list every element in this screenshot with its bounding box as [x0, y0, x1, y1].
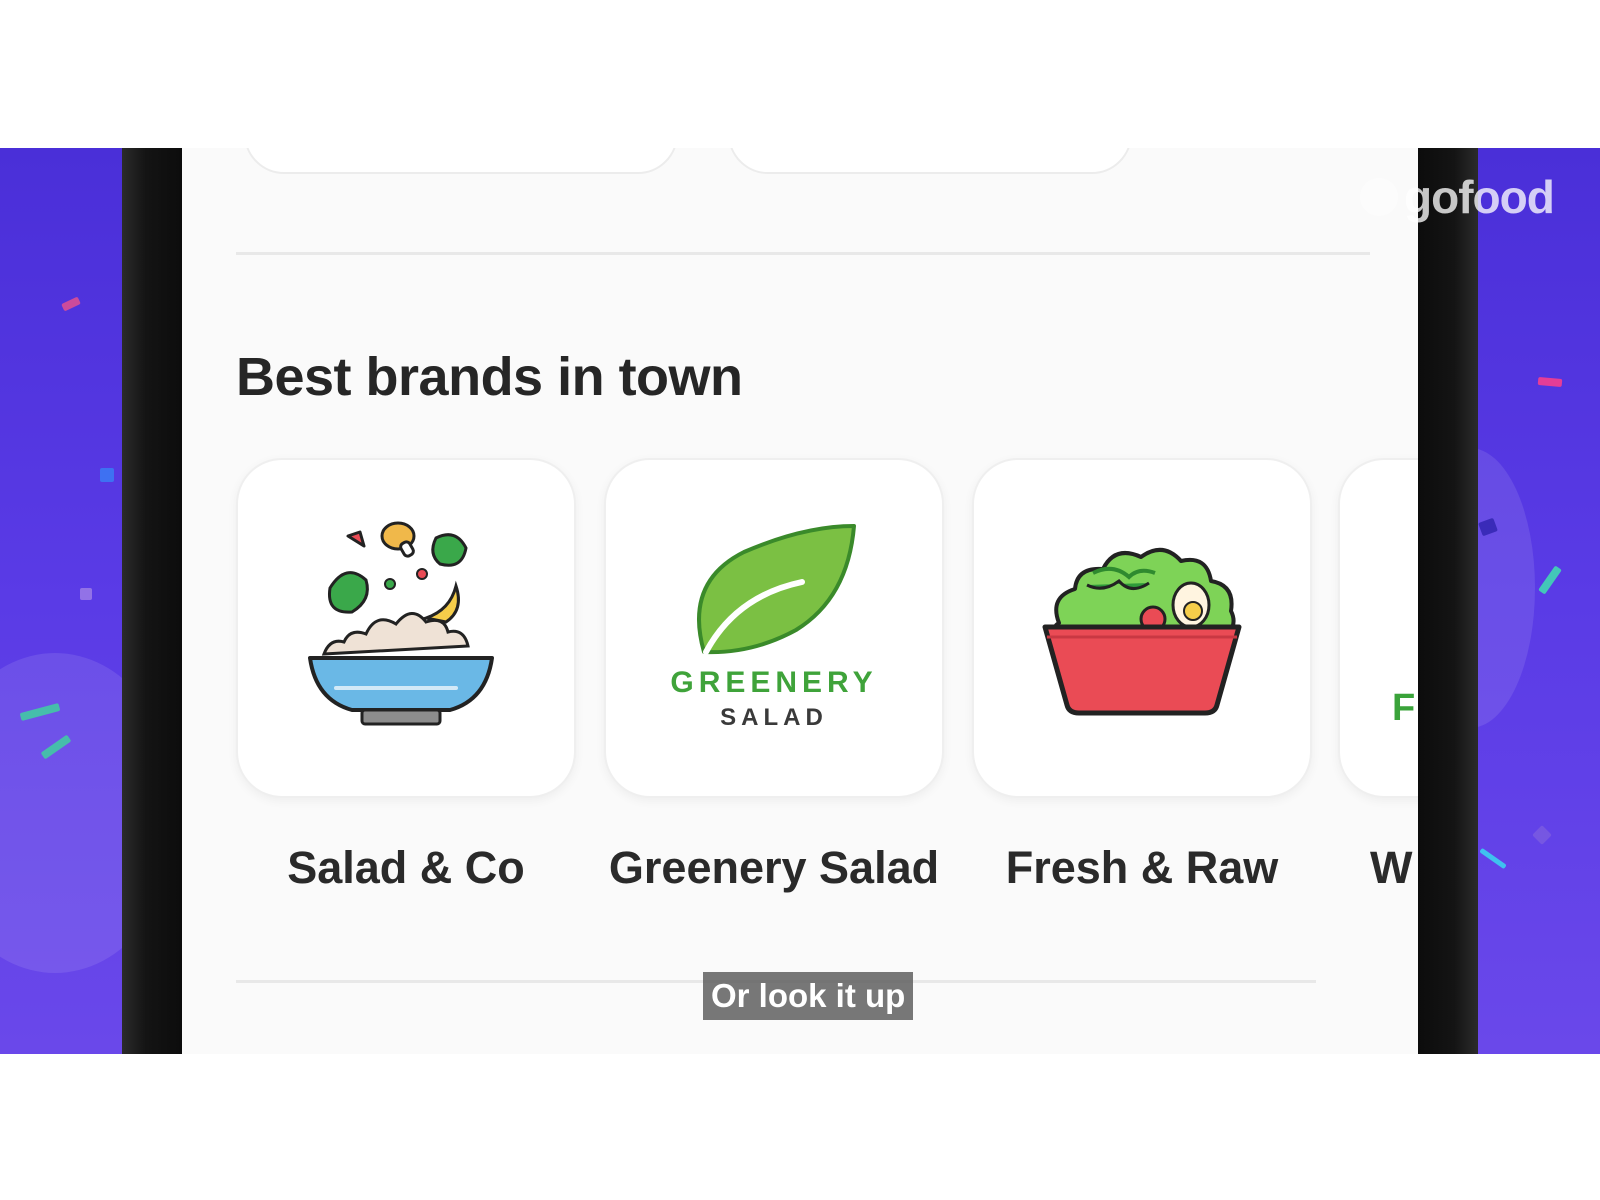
section-divider	[236, 252, 1370, 255]
gofood-watermark: gofood	[1360, 170, 1555, 224]
brand-item-greenery-salad[interactable]: GREENERY SALAD Greenery Salad	[604, 458, 944, 894]
confetti-piece	[61, 296, 81, 312]
confetti-piece	[1537, 376, 1563, 388]
confetti-piece	[1532, 825, 1552, 845]
phone-bezel	[122, 148, 182, 1054]
previous-card[interactable]	[244, 148, 678, 174]
previous-card[interactable]	[728, 148, 1132, 174]
brand-name[interactable]: Greenery Salad	[604, 842, 944, 894]
confetti-piece	[80, 588, 92, 600]
phone-bezel	[1418, 148, 1478, 1054]
red-salad-bowl-icon	[1042, 548, 1242, 716]
brand-logo-card[interactable]: F	[1338, 458, 1418, 798]
section-title: Best brands in town	[236, 347, 743, 407]
brand-logo-card[interactable]	[236, 458, 576, 798]
brand-logo-wordmark: GREENERY	[670, 666, 878, 699]
brand-item-partial[interactable]: F W	[1338, 458, 1418, 894]
brand-item-fresh-raw[interactable]: Fresh & Raw	[972, 458, 1312, 894]
brand-logo-card[interactable]: GREENERY SALAD	[604, 458, 944, 798]
confetti-piece	[100, 468, 114, 482]
video-frame: Best brands in town Salad & Co GREENERY …	[0, 148, 1600, 1054]
brand-name[interactable]: Fresh & Raw	[972, 842, 1312, 894]
brand-name[interactable]: Salad & Co	[236, 842, 576, 894]
brand-logo-wordmark: SALAD	[720, 704, 828, 731]
salad-bowl-icon	[308, 521, 494, 726]
confetti-piece	[1479, 847, 1507, 870]
brand-logo-card[interactable]	[972, 458, 1312, 798]
phone-screen: Best brands in town Salad & Co GREENERY …	[182, 148, 1418, 1054]
watermark-text: gofood	[1404, 171, 1555, 223]
gofood-logo-icon	[1360, 178, 1398, 216]
brand-name[interactable]: W	[1338, 842, 1418, 894]
brand-logo-wordmark: F	[1392, 686, 1416, 729]
confetti-piece	[1538, 565, 1562, 595]
leaf-icon	[696, 524, 856, 655]
brand-item-salad-co[interactable]: Salad & Co	[236, 458, 576, 894]
video-caption: Or look it up	[703, 972, 914, 1020]
